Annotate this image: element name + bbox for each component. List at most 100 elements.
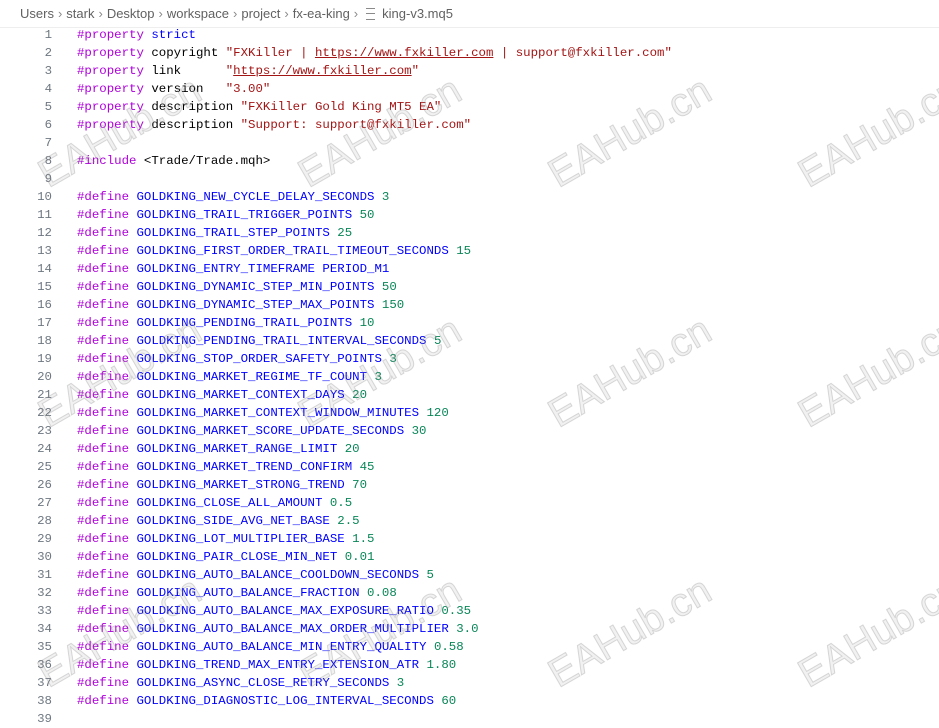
code-line[interactable]: 3 #property link "https://www.fxkiller.co… bbox=[0, 62, 939, 80]
line-code: #define GOLDKING_MARKET_TREND_CONFIRM 45 bbox=[77, 458, 374, 476]
code-line[interactable]: 10 #define GOLDKING_NEW_CYCLE_DELAY_SECON… bbox=[0, 188, 939, 206]
code-token-mac: GOLDKING_PAIR_CLOSE_MIN_NET bbox=[136, 550, 338, 564]
code-line[interactable]: 8 #include <Trade/Trade.mqh> bbox=[0, 152, 939, 170]
code-token-mac: GOLDKING_DYNAMIC_STEP_MIN_POINTS bbox=[136, 280, 375, 294]
code-token-num: 1.80 bbox=[426, 658, 457, 672]
code-line[interactable]: 7 bbox=[0, 134, 939, 152]
code-line[interactable]: 16 #define GOLDKING_DYNAMIC_STEP_MAX_POIN… bbox=[0, 296, 939, 314]
code-line[interactable]: 21 #define GOLDKING_MARKET_CONTEXT_DAYS 2… bbox=[0, 386, 939, 404]
code-editor[interactable]: 1 #property strict 2 #property copyright "F… bbox=[0, 26, 939, 726]
code-token-num: 0.01 bbox=[344, 550, 375, 564]
code-token-mac: GOLDKING_ASYNC_CLOSE_RETRY_SECONDS bbox=[136, 676, 390, 690]
code-token-num: 30 bbox=[411, 424, 427, 438]
line-number: 38 bbox=[37, 694, 52, 708]
code-line[interactable]: 15 #define GOLDKING_DYNAMIC_STEP_MIN_POIN… bbox=[0, 278, 939, 296]
code-token-plain: description bbox=[143, 118, 241, 132]
breadcrumb-workspace[interactable]: workspace bbox=[167, 6, 229, 21]
code-line[interactable]: 29 #define GOLDKING_LOT_MULTIPLIER_BASE 1… bbox=[0, 530, 939, 548]
code-token-kw: #define bbox=[77, 442, 130, 456]
line-code: #define GOLDKING_MARKET_CONTEXT_DAYS 20 bbox=[77, 386, 367, 404]
code-token-mac: strict bbox=[151, 28, 196, 42]
line-number: 15 bbox=[37, 280, 52, 294]
line-number: 33 bbox=[37, 604, 52, 618]
line-number: 10 bbox=[37, 190, 52, 204]
line-number: 16 bbox=[37, 298, 52, 312]
code-line[interactable]: 39 bbox=[0, 710, 939, 728]
code-line[interactable]: 36 #define GOLDKING_TREND_MAX_ENTRY_EXTEN… bbox=[0, 656, 939, 674]
line-number: 2 bbox=[44, 46, 52, 60]
code-line[interactable]: 22 #define GOLDKING_MARKET_CONTEXT_WINDOW… bbox=[0, 404, 939, 422]
breadcrumb-stark[interactable]: stark bbox=[66, 6, 94, 21]
code-token-mac: GOLDKING_SIDE_AVG_NET_BASE bbox=[136, 514, 330, 528]
code-line[interactable]: 18 #define GOLDKING_PENDING_TRAIL_INTERVA… bbox=[0, 332, 939, 350]
code-token-num: 20 bbox=[344, 442, 360, 456]
code-line[interactable]: 4 #property version "3.00" bbox=[0, 80, 939, 98]
code-line[interactable]: 9 bbox=[0, 170, 939, 188]
code-line[interactable]: 35 #define GOLDKING_AUTO_BALANCE_MIN_ENTR… bbox=[0, 638, 939, 656]
code-line[interactable]: 33 #define GOLDKING_AUTO_BALANCE_MAX_EXPO… bbox=[0, 602, 939, 620]
line-number: 12 bbox=[37, 226, 52, 240]
line-number: 28 bbox=[37, 514, 52, 528]
code-line[interactable]: 34 #define GOLDKING_AUTO_BALANCE_MAX_ORDE… bbox=[0, 620, 939, 638]
code-line[interactable]: 11 #define GOLDKING_TRAIL_TRIGGER_POINTS … bbox=[0, 206, 939, 224]
code-line[interactable]: 25 #define GOLDKING_MARKET_TREND_CONFIRM … bbox=[0, 458, 939, 476]
code-line[interactable]: 1 #property strict bbox=[0, 26, 939, 44]
code-token-num: 1.5 bbox=[352, 532, 375, 546]
code-token-mac: GOLDKING_DIAGNOSTIC_LOG_INTERVAL_SECONDS bbox=[136, 694, 434, 708]
code-token-mac: GOLDKING_MARKET_SCORE_UPDATE_SECONDS bbox=[136, 424, 405, 438]
code-line[interactable]: 2 #property copyright "FXKiller | https:/… bbox=[0, 44, 939, 62]
code-token-url[interactable]: https://www.fxkiller.com bbox=[233, 64, 411, 78]
line-number: 34 bbox=[37, 622, 52, 636]
code-line[interactable]: 27 #define GOLDKING_CLOSE_ALL_AMOUNT 0.5 bbox=[0, 494, 939, 512]
code-token-url[interactable]: https://www.fxkiller.com bbox=[315, 46, 493, 60]
code-line[interactable]: 19 #define GOLDKING_STOP_ORDER_SAFETY_POI… bbox=[0, 350, 939, 368]
code-token-kw: #property bbox=[77, 28, 144, 42]
breadcrumb-desktop[interactable]: Desktop bbox=[107, 6, 155, 21]
code-line[interactable]: 5 #property description "FXKiller Gold Ki… bbox=[0, 98, 939, 116]
code-line[interactable]: 32 #define GOLDKING_AUTO_BALANCE_FRACTION… bbox=[0, 584, 939, 602]
code-line[interactable]: 23 #define GOLDKING_MARKET_SCORE_UPDATE_S… bbox=[0, 422, 939, 440]
code-token-num: 3 bbox=[374, 370, 382, 384]
code-token-mac: GOLDKING_DYNAMIC_STEP_MAX_POINTS bbox=[136, 298, 375, 312]
code-token-kw: #define bbox=[77, 334, 130, 348]
code-line[interactable]: 26 #define GOLDKING_MARKET_STRONG_TREND 7… bbox=[0, 476, 939, 494]
code-line[interactable]: 6 #property description "Support: support… bbox=[0, 116, 939, 134]
code-line[interactable]: 20 #define GOLDKING_MARKET_REGIME_TF_COUN… bbox=[0, 368, 939, 386]
line-code: #define GOLDKING_LOT_MULTIPLIER_BASE 1.5 bbox=[77, 530, 374, 548]
code-line[interactable]: 24 #define GOLDKING_MARKET_RANGE_LIMIT 20 bbox=[0, 440, 939, 458]
code-line[interactable]: 31 #define GOLDKING_AUTO_BALANCE_COOLDOWN… bbox=[0, 566, 939, 584]
code-line[interactable]: 28 #define GOLDKING_SIDE_AVG_NET_BASE 2.5 bbox=[0, 512, 939, 530]
breadcrumb: Users › stark › Desktop › workspace › pr… bbox=[0, 0, 939, 28]
code-line[interactable]: 38 #define GOLDKING_DIAGNOSTIC_LOG_INTERV… bbox=[0, 692, 939, 710]
code-line[interactable]: 37 #define GOLDKING_ASYNC_CLOSE_RETRY_SEC… bbox=[0, 674, 939, 692]
line-code: #define GOLDKING_MARKET_SCORE_UPDATE_SEC… bbox=[77, 422, 427, 440]
code-line[interactable]: 12 #define GOLDKING_TRAIL_STEP_POINTS 25 bbox=[0, 224, 939, 242]
breadcrumb-project[interactable]: project bbox=[241, 6, 280, 21]
breadcrumb-file-king-v3[interactable]: king-v3.mq5 bbox=[382, 6, 453, 21]
breadcrumb-fx-ea-king[interactable]: fx-ea-king bbox=[293, 6, 350, 21]
line-code: #define GOLDKING_AUTO_BALANCE_FRACTION 0… bbox=[77, 584, 397, 602]
code-token-kw: #define bbox=[77, 676, 130, 690]
code-token-mac: GOLDKING_PENDING_TRAIL_INTERVAL_SECONDS bbox=[136, 334, 427, 348]
breadcrumb-users[interactable]: Users bbox=[20, 6, 54, 21]
code-line[interactable]: 14 #define GOLDKING_ENTRY_TIMEFRAME PERIO… bbox=[0, 260, 939, 278]
code-line[interactable]: 30 #define GOLDKING_PAIR_CLOSE_MIN_NET 0.… bbox=[0, 548, 939, 566]
code-token-num: 0.5 bbox=[329, 496, 353, 510]
code-line[interactable]: 13 #define GOLDKING_FIRST_ORDER_TRAIL_TIM… bbox=[0, 242, 939, 260]
code-line[interactable]: 17 #define GOLDKING_PENDING_TRAIL_POINTS … bbox=[0, 314, 939, 332]
code-token-mac: GOLDKING_MARKET_REGIME_TF_COUNT bbox=[136, 370, 368, 384]
line-code: #define GOLDKING_AUTO_BALANCE_MAX_ORDER_… bbox=[77, 620, 479, 638]
code-token-mac: GOLDKING_CLOSE_ALL_AMOUNT bbox=[136, 496, 323, 510]
line-code: #define GOLDKING_ENTRY_TIMEFRAME PERIOD_… bbox=[77, 260, 389, 278]
code-token-kw: #define bbox=[77, 514, 130, 528]
